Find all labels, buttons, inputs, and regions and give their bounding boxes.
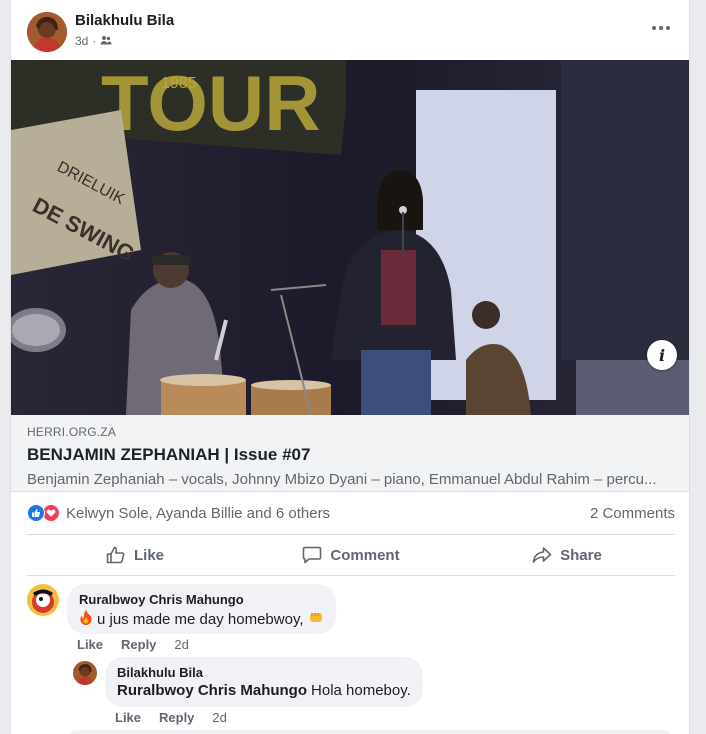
link-description: Benjamin Zephaniah – vocals, Johnny Mbiz… [27,471,657,488]
comment-label: Comment [330,546,400,564]
commenter-avatar[interactable] [27,584,59,616]
svg-text:TOUR: TOUR [101,60,321,147]
comment-reply: Bilakhulu Bila Ruralbwoy Chris Mahungo H… [73,657,423,707]
meta-separator: · [92,34,97,48]
link-domain: HERRI.ORG.ZA [27,425,117,439]
dot-icon [652,26,656,30]
like-label: Like [133,546,164,564]
comment-reply-link[interactable]: Reply [159,710,194,725]
comment-actions: Like Reply 2d [77,637,189,652]
reactions-bar: Kelwyn Sole, Ayanda Billie and 6 others … [27,500,675,526]
info-icon: i [658,345,666,365]
share-icon [532,547,552,563]
comment-bubble: Ruralbwoy Chris Mahungo u jus made me da… [67,584,336,634]
comment-button[interactable]: Comment [243,535,459,575]
dot-icon [659,26,663,30]
dot-icon [666,26,670,30]
reaction-names[interactable]: Kelwyn Sole, Ayanda Billie and 6 others [66,505,330,522]
concert-photo: TOUR 1985 DE SWING DRIELUIK [11,60,689,415]
link-preview[interactable]: HERRI.ORG.ZA BENJAMIN ZEPHANIAH | Issue … [11,415,689,492]
fist-emoji-icon [308,610,324,628]
author-avatar[interactable] [27,12,67,52]
commenter-avatar[interactable] [73,661,97,685]
reaction-icons[interactable] [27,504,60,522]
comment-text: Ruralbwoy Chris Mahungo Hola homeboy. [117,682,411,699]
commenter-name[interactable]: Bilakhulu Bila [117,665,411,680]
post-header: Bilakhulu Bila 3d · [11,0,689,60]
author-name[interactable]: Bilakhulu Bila [75,12,174,29]
comment-actions: Like Reply 2d [115,710,227,725]
post-card: Bilakhulu Bila 3d · TOUR 1985 DE SWING D… [10,0,690,734]
link-title: BENJAMIN ZEPHANIAH | Issue #07 [27,445,311,464]
comment-body: Hola homeboy. [311,682,411,699]
comment-time[interactable]: 2d [174,637,188,652]
share-button[interactable]: Share [459,535,675,575]
comment-icon [303,546,322,564]
comment-like-link[interactable]: Like [77,637,103,652]
like-reaction-icon [27,504,45,522]
comment: Ruralbwoy Chris Mahungo u jus made me da… [27,584,336,634]
fire-emoji-icon [79,609,93,629]
post-meta: 3d · [75,34,112,48]
post-time[interactable]: 3d [75,34,88,48]
commenter-name[interactable]: Ruralbwoy Chris Mahungo [79,592,324,607]
comment-bubble: Bilakhulu Bila Ruralbwoy Chris Mahungo H… [105,657,423,707]
comment-count[interactable]: 2 Comments [590,505,675,522]
comment-text: u jus made me day homebwoy, [79,609,324,629]
info-button[interactable]: i [647,340,677,370]
comment-reply-link[interactable]: Reply [121,637,156,652]
share-label: Share [560,546,602,564]
mention-link[interactable]: Ruralbwoy Chris Mahungo [117,682,307,699]
svg-text:1985: 1985 [161,75,197,92]
post-photo[interactable]: TOUR 1985 DE SWING DRIELUIK [11,60,689,415]
comment-like-link[interactable]: Like [115,710,141,725]
like-button[interactable]: Like [27,535,243,575]
thumbs-up-icon [106,546,125,564]
comment-time[interactable]: 2d [212,710,226,725]
next-comment-bubble [67,730,673,734]
comment-body: u jus made me day homebwoy, [97,610,304,628]
friends-icon [100,34,112,48]
more-options-button[interactable] [647,18,675,38]
action-bar: Like Comment Share [27,534,675,576]
